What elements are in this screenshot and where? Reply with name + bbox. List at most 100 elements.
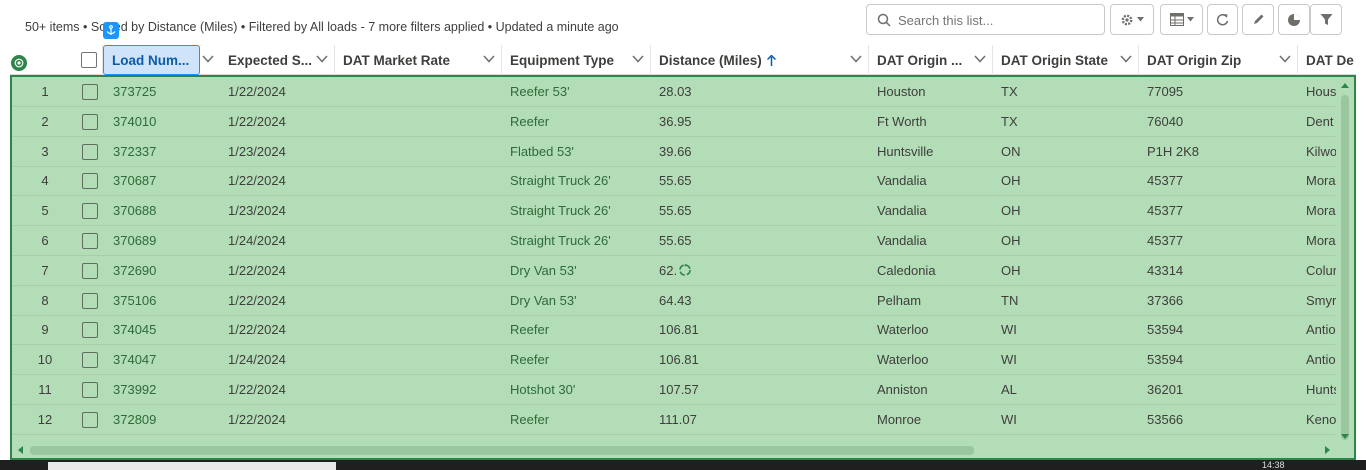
table-row[interactable]: 9 374045 1/22/2024 Reefer 106.81 Waterloo WI 53… <box>12 315 1336 346</box>
load-number-link[interactable]: 372337 <box>113 137 213 167</box>
chevron-down-icon[interactable] <box>632 55 644 63</box>
scroll-left-icon[interactable] <box>17 446 23 454</box>
table-row[interactable]: 8 375106 1/22/2024 Dry Van 53' 64.43 Pelham TN… <box>12 286 1336 316</box>
inline-edit-button[interactable] <box>1242 4 1274 35</box>
chevron-down-icon[interactable] <box>483 55 495 63</box>
refresh-button[interactable] <box>1207 4 1238 35</box>
expected-ship-cell: 1/24/2024 <box>228 352 286 368</box>
origin-zip-cell: 53594 <box>1147 322 1184 338</box>
table-row[interactable]: 4 370687 1/22/2024 Straight Truck 26' 55.65 V… <box>12 166 1336 197</box>
table-row[interactable]: 11 373992 1/22/2024 Hotshot 30' 107.57 Annist… <box>12 375 1336 405</box>
equipment-type-link[interactable]: Reefer <box>510 405 655 435</box>
taskbar-app[interactable] <box>48 462 336 470</box>
select-all-checkbox[interactable] <box>81 52 97 68</box>
vertical-scroll-thumb[interactable] <box>1341 95 1349 440</box>
distance-cell: 107.57 <box>659 382 699 397</box>
origin-zip-cell: 45377 <box>1147 173 1184 189</box>
load-number-link[interactable]: 370689 <box>113 226 213 256</box>
origin-city-cell: Vandalia <box>877 203 927 219</box>
row-checkbox[interactable] <box>82 84 98 100</box>
table-row[interactable]: 5 370688 1/23/2024 Straight Truck 26' 55.65 V… <box>12 196 1336 227</box>
scroll-up-icon[interactable] <box>1341 82 1349 88</box>
equipment-type-link[interactable]: Reefer <box>510 345 655 375</box>
load-number-link[interactable]: 373992 <box>113 375 213 405</box>
row-checkbox[interactable] <box>82 411 98 428</box>
column-header-origin-city[interactable]: DAT Origin ... <box>869 45 993 75</box>
expected-ship-cell: 1/22/2024 <box>228 382 286 397</box>
table-row[interactable]: 1 373725 1/22/2024 Reefer 53' 28.03 Houston TX… <box>12 77 1336 107</box>
column-header-dat-destination[interactable]: DAT De <box>1298 45 1356 75</box>
row-checkbox[interactable] <box>82 143 98 160</box>
row-checkbox[interactable] <box>82 292 98 309</box>
column-header-expected-ship[interactable]: Expected S... <box>220 45 335 75</box>
load-number-link[interactable]: 370687 <box>113 166 213 196</box>
origin-state-cell: OH <box>1001 233 1021 248</box>
equipment-type-link[interactable]: Straight Truck 26' <box>510 166 655 196</box>
row-checkbox[interactable] <box>82 233 98 249</box>
row-number-cell: 5 <box>41 203 49 219</box>
load-number-link[interactable]: 372809 <box>113 405 213 435</box>
filters-button[interactable] <box>1310 4 1342 35</box>
row-checkbox[interactable] <box>82 173 98 190</box>
table-row[interactable]: 10 374047 1/24/2024 Reefer 106.81 Waterloo WI 5… <box>12 345 1336 376</box>
origin-city-cell: Waterloo <box>877 322 929 338</box>
search-box[interactable] <box>866 4 1105 35</box>
chevron-down-icon[interactable] <box>1279 55 1291 63</box>
load-number-link[interactable]: 372690 <box>113 256 213 286</box>
table-row[interactable]: 12 372809 1/22/2024 Reefer 111.07 Monroe WI 535… <box>12 405 1336 435</box>
distance-cell: 55.65 <box>659 233 692 248</box>
column-header-load-number[interactable]: Load Num... <box>103 45 200 75</box>
load-number-link[interactable]: 374045 <box>113 315 213 345</box>
chevron-down-icon[interactable] <box>202 55 214 63</box>
load-number-link[interactable]: 374010 <box>113 107 213 137</box>
horizontal-scrollbar[interactable] <box>12 442 1354 458</box>
origin-zip-cell: P1H 2K8 <box>1147 143 1200 159</box>
charts-button[interactable] <box>1278 4 1310 35</box>
expected-ship-cell: 1/22/2024 <box>228 113 286 129</box>
equipment-type-link[interactable]: Hotshot 30' <box>510 375 655 405</box>
table-row[interactable]: 2 374010 1/22/2024 Reefer 36.95 Ft Worth TX 760… <box>12 107 1335 137</box>
list-settings-button[interactable] <box>1110 4 1154 35</box>
scroll-down-icon[interactable] <box>1341 434 1349 440</box>
chevron-down-icon[interactable] <box>974 55 986 63</box>
equipment-type-link[interactable]: Straight Truck 26' <box>510 196 655 226</box>
equipment-type-link[interactable]: Reefer 53' <box>510 77 655 107</box>
column-label: Expected S... <box>228 52 313 68</box>
equipment-type-link[interactable]: Flatbed 53' <box>510 137 655 167</box>
search-input[interactable] <box>898 10 1098 30</box>
scroll-right-icon[interactable] <box>1325 446 1331 454</box>
column-header-origin-state[interactable]: DAT Origin State <box>993 45 1139 75</box>
chevron-down-icon[interactable] <box>1120 55 1132 63</box>
horizontal-scroll-thumb[interactable] <box>30 446 974 455</box>
equipment-type-link[interactable]: Dry Van 53' <box>510 256 655 286</box>
table-row[interactable]: 3 372337 1/23/2024 Flatbed 53' 39.66 Huntsvil… <box>12 137 1336 167</box>
row-checkbox[interactable] <box>82 352 98 369</box>
load-number-link[interactable]: 374047 <box>113 345 213 375</box>
row-checkbox[interactable] <box>82 203 98 220</box>
equipment-type-link[interactable]: Reefer <box>510 315 655 345</box>
row-checkbox[interactable] <box>82 113 98 130</box>
table-row[interactable]: 7 372690 1/22/2024 Dry Van 53' 62. Caledonia O… <box>12 256 1336 286</box>
column-label: Equipment Type <box>510 52 615 68</box>
load-number-link[interactable]: 370688 <box>113 196 213 226</box>
vertical-scrollbar[interactable] <box>1338 79 1352 443</box>
column-header-origin-zip[interactable]: DAT Origin Zip <box>1139 45 1298 75</box>
row-checkbox[interactable] <box>82 262 98 279</box>
pencil-icon <box>1253 14 1263 24</box>
load-number-link[interactable]: 375106 <box>113 286 213 316</box>
table-row[interactable]: 6 370689 1/24/2024 Straight Truck 26' 55.65 V… <box>12 226 1336 256</box>
equipment-type-link[interactable]: Dry Van 53' <box>510 286 655 316</box>
column-header-dat-market-rate[interactable]: DAT Market Rate <box>335 45 502 75</box>
distance-cell: 36.95 <box>659 113 692 129</box>
row-checkbox[interactable] <box>82 382 98 398</box>
column-header-distance[interactable]: Distance (Miles) <box>651 45 869 75</box>
equipment-type-link[interactable]: Reefer <box>510 107 655 137</box>
chevron-down-icon[interactable] <box>316 55 328 63</box>
equipment-type-link[interactable]: Straight Truck 26' <box>510 226 655 256</box>
expected-ship-cell: 1/23/2024 <box>228 143 286 159</box>
row-checkbox[interactable] <box>82 322 98 339</box>
load-number-link[interactable]: 373725 <box>113 77 213 107</box>
display-as-button[interactable] <box>1160 4 1203 35</box>
chevron-down-icon[interactable] <box>850 55 862 63</box>
column-header-equipment-type[interactable]: Equipment Type <box>502 45 651 75</box>
